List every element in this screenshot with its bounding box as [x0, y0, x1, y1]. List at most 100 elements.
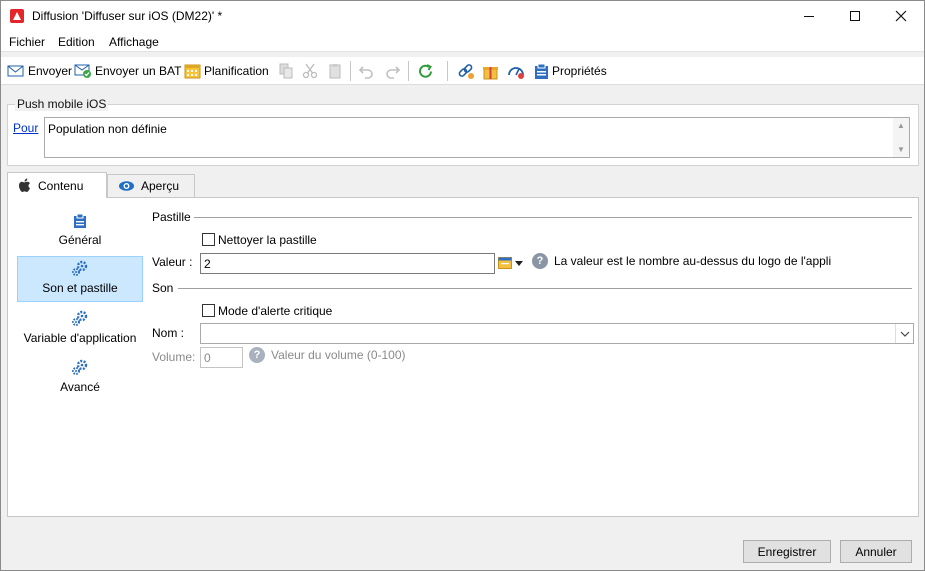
close-icon: [895, 10, 907, 22]
window-title: Diffusion 'Diffuser sur iOS (DM22)' *: [32, 9, 223, 23]
planning-label: Planification: [204, 64, 269, 78]
menu-bar: Fichier Edition Affichage: [1, 31, 924, 52]
cancel-label: Annuler: [855, 544, 897, 559]
gift-button[interactable]: [482, 57, 499, 85]
paste-button[interactable]: [327, 57, 343, 85]
gears-icon: [72, 359, 88, 375]
nav-variable-application[interactable]: Variable d'application: [17, 305, 143, 351]
help-icon: ?: [532, 253, 548, 269]
section-divider: [178, 288, 912, 289]
nav-avance[interactable]: Avancé: [17, 354, 143, 400]
eye-icon: [119, 181, 134, 191]
population-text: Population non définie: [48, 122, 167, 136]
delivery-window: Diffusion 'Diffuser sur iOS (DM22)' * Fi…: [0, 0, 925, 571]
clear-badge-checkbox[interactable]: [202, 233, 215, 246]
clear-badge-label: Nettoyer la pastille: [218, 233, 317, 247]
section-divider: [194, 217, 912, 218]
nav-son-et-pastille-label: Son et pastille: [42, 281, 118, 295]
critical-alert-checkbox[interactable]: [202, 304, 215, 317]
nav-general-label: Général: [58, 233, 102, 247]
population-scrollbar[interactable]: ▲ ▼: [893, 118, 909, 157]
redo-button[interactable]: [384, 57, 401, 85]
value-expression-button[interactable]: [498, 252, 523, 274]
volume-label: Volume:: [152, 350, 196, 364]
copy-button[interactable]: [278, 57, 294, 85]
chevron-down-icon[interactable]: [895, 324, 913, 343]
envelope-icon: [7, 65, 24, 77]
tab-contenu[interactable]: Contenu: [7, 172, 107, 198]
planning-button[interactable]: Planification: [184, 57, 269, 85]
scissors-icon: [302, 63, 318, 79]
toolbar: Envoyer Envoyer un BAT Planification Pro…: [1, 57, 924, 85]
critical-alert-label: Mode d'alerte critique: [218, 304, 333, 318]
save-label: Enregistrer: [757, 544, 817, 559]
son-section-title: Son: [152, 281, 174, 295]
save-button[interactable]: Enregistrer: [743, 540, 831, 563]
undo-icon: [358, 66, 373, 79]
clipboard-icon: [74, 213, 86, 228]
toolbar-separator: [408, 61, 409, 81]
envelope-check-icon: [74, 64, 91, 78]
pastille-section-title: Pastille: [152, 210, 191, 224]
sound-name-select[interactable]: [200, 323, 914, 344]
adobe-logo-icon: [10, 9, 24, 23]
scroll-up-icon[interactable]: ▲: [897, 121, 905, 130]
nav-general[interactable]: Général: [17, 207, 143, 253]
gift-icon: [483, 66, 498, 79]
refresh-button[interactable]: [417, 57, 434, 85]
gauge-icon: [508, 66, 524, 79]
calendar-icon: [184, 64, 201, 79]
minimize-icon: [804, 15, 814, 17]
nav-variable-application-label: Variable d'application: [23, 331, 137, 345]
menu-edition[interactable]: Edition: [58, 35, 95, 49]
send-button[interactable]: Envoyer: [7, 57, 72, 85]
send-label: Envoyer: [28, 64, 73, 78]
send-bat-label: Envoyer un BAT: [95, 64, 182, 78]
clipboard-properties-icon: [535, 63, 548, 79]
nav-son-et-pastille[interactable]: Son et pastille: [17, 256, 143, 302]
refresh-icon: [419, 63, 432, 78]
copy-icon: [279, 63, 293, 79]
group-title: Push mobile iOS: [15, 97, 109, 111]
gears-icon: [72, 260, 88, 276]
tab-apercu[interactable]: Aperçu: [107, 174, 195, 197]
clipboard-icon: [329, 64, 341, 79]
help-icon: ?: [249, 347, 265, 363]
close-button[interactable]: [878, 1, 924, 31]
population-field[interactable]: Population non définie ▲ ▼: [44, 117, 910, 158]
content-panel: [7, 197, 919, 517]
chevron-down-icon: [515, 260, 523, 266]
link-icon: [458, 64, 474, 79]
cut-button[interactable]: [302, 57, 318, 85]
menu-affichage[interactable]: Affichage: [109, 35, 159, 49]
undo-button[interactable]: [358, 57, 375, 85]
pour-link[interactable]: Pour: [13, 121, 38, 135]
cancel-button[interactable]: Annuler: [840, 540, 912, 563]
properties-button[interactable]: Propriétés: [534, 57, 607, 85]
nav-avance-label: Avancé: [60, 380, 100, 394]
name-label: Nom :: [152, 326, 185, 340]
scroll-down-icon[interactable]: ▼: [897, 145, 905, 154]
apple-icon: [19, 178, 30, 192]
volume-help-text: Valeur du volume (0-100): [271, 348, 406, 362]
value-input[interactable]: 2: [200, 253, 495, 274]
gauge-button[interactable]: [507, 57, 525, 85]
send-bat-button[interactable]: Envoyer un BAT: [74, 57, 181, 85]
link-button[interactable]: [457, 57, 475, 85]
minimize-button[interactable]: [786, 1, 832, 31]
menu-fichier[interactable]: Fichier: [9, 35, 45, 49]
properties-label: Propriétés: [552, 64, 607, 78]
tab-contenu-label: Contenu: [38, 178, 84, 193]
expression-editor-icon: [498, 257, 512, 269]
tab-apercu-label: Aperçu: [141, 179, 180, 193]
redo-icon: [386, 66, 401, 79]
value-label: Valeur :: [152, 255, 193, 269]
toolbar-separator: [447, 61, 448, 81]
maximize-icon: [850, 11, 860, 21]
gears-icon: [72, 310, 88, 326]
value-help-text: La valeur est le nombre au-dessus du log…: [554, 254, 832, 268]
toolbar-separator: [350, 61, 351, 81]
maximize-button[interactable]: [832, 1, 878, 31]
title-bar: Diffusion 'Diffuser sur iOS (DM22)' *: [1, 1, 924, 31]
volume-input[interactable]: 0: [200, 347, 243, 368]
